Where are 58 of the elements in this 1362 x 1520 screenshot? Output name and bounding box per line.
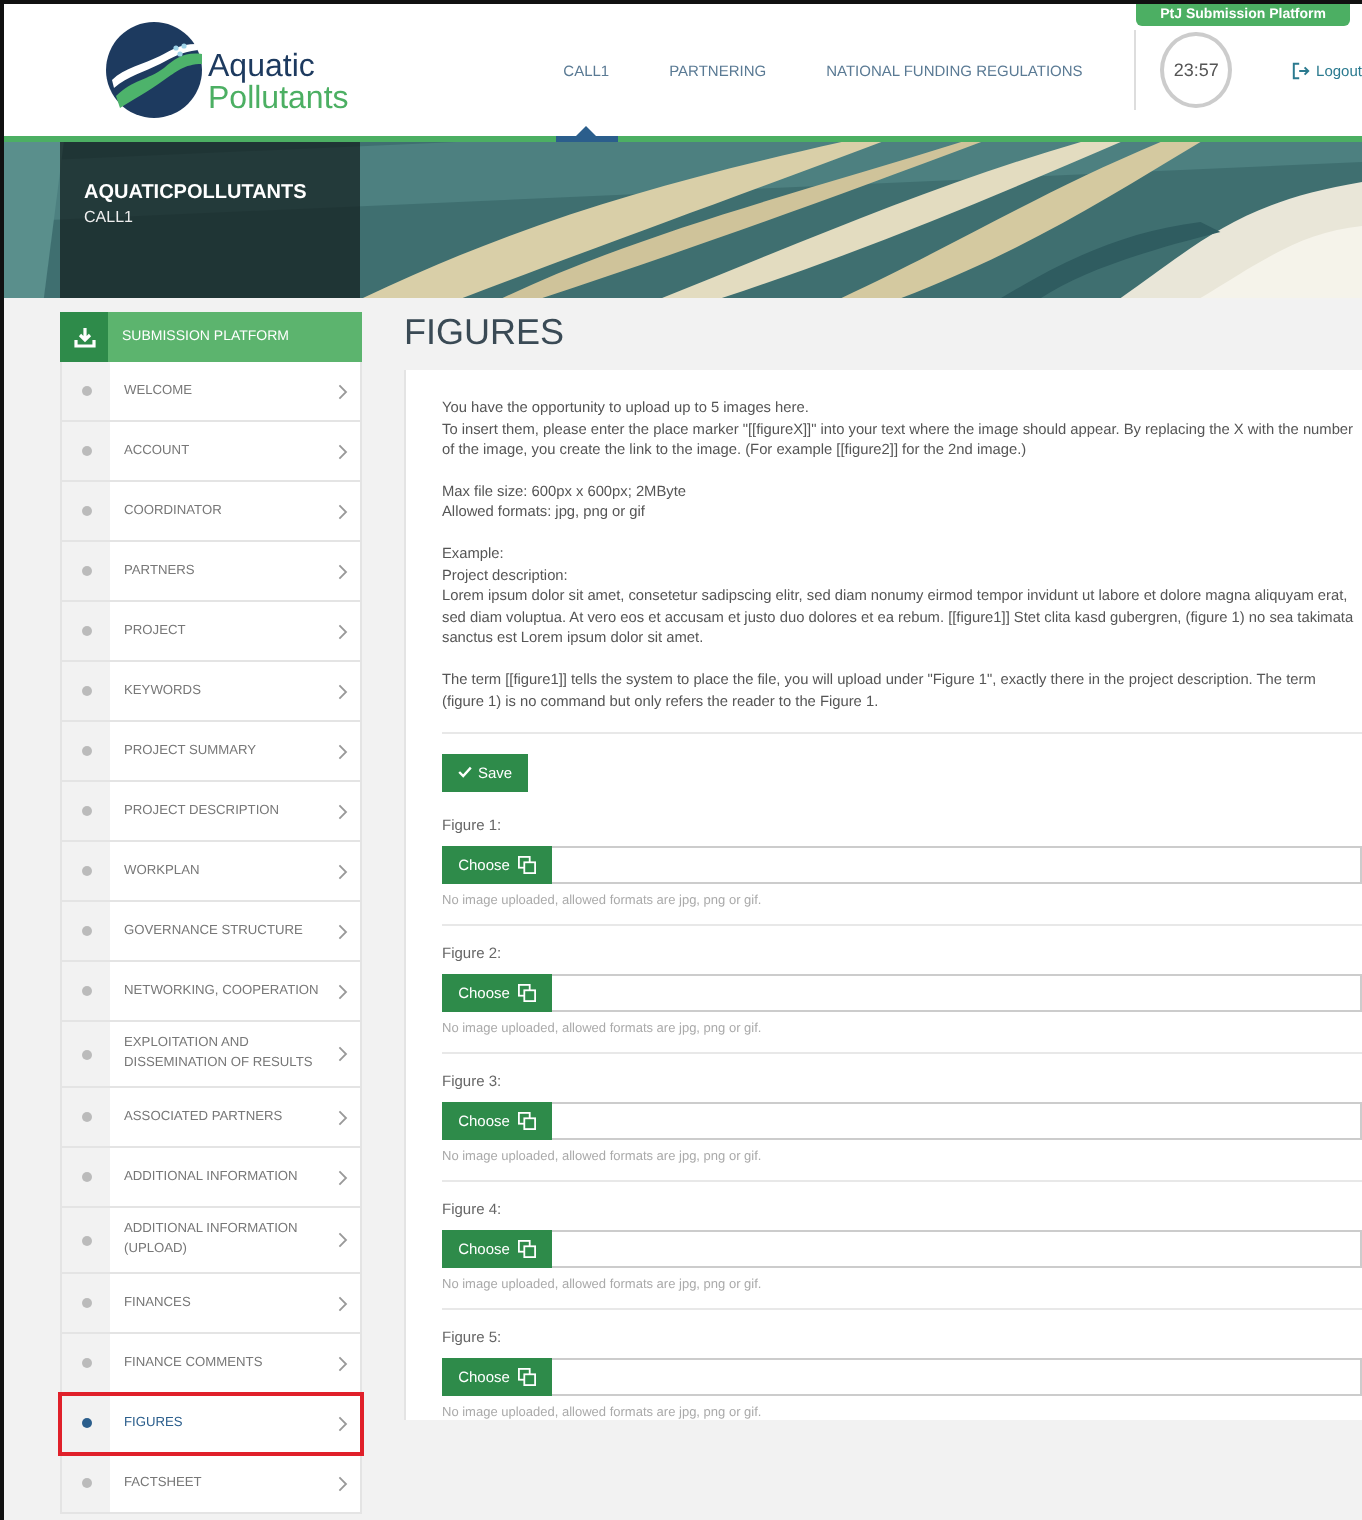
logout-icon [1292, 61, 1311, 79]
file-field[interactable] [552, 973, 1362, 1012]
logo-text: Aquatic [208, 52, 317, 84]
session-timer: 23:57 [1160, 32, 1233, 108]
chevron-icon [338, 1355, 348, 1371]
chevron-icon [338, 503, 348, 519]
status-dot [81, 986, 91, 996]
chevron-icon [338, 1046, 348, 1062]
check-icon [458, 766, 472, 779]
chevron-icon [338, 383, 348, 399]
copy-icon [517, 1367, 536, 1386]
status-dot [81, 1418, 91, 1428]
chevron-icon [338, 923, 348, 939]
status-dot [81, 1298, 91, 1308]
file-field[interactable] [552, 1101, 1362, 1140]
file-field[interactable] [552, 1357, 1362, 1396]
chevron-icon [338, 1415, 348, 1431]
file-field[interactable] [552, 845, 1362, 884]
status-dot [81, 746, 91, 756]
status-dot [81, 386, 91, 396]
chevron-icon [338, 1232, 348, 1248]
status-dot [81, 1172, 91, 1182]
chevron-icon [338, 863, 348, 879]
file-field[interactable] [552, 1229, 1362, 1268]
banner-subtitle: CALL1 [84, 208, 135, 226]
page-title: FIGURES [404, 312, 567, 356]
status-dot [81, 866, 91, 876]
status-dot [81, 1358, 91, 1368]
copy-icon [517, 983, 536, 1002]
status-dot [81, 1049, 91, 1059]
chevron-icon [338, 623, 348, 639]
chevron-icon [338, 743, 348, 759]
chevron-icon [338, 443, 348, 459]
status-dot [81, 806, 91, 816]
status-dot [81, 926, 91, 936]
copy-icon [517, 1111, 536, 1130]
chevron-icon [338, 983, 348, 999]
chevron-icon [338, 1295, 348, 1311]
chevron-icon [338, 803, 348, 819]
chevron-icon [338, 1475, 348, 1491]
download-icon [73, 327, 95, 347]
status-dot [81, 686, 91, 696]
status-dot [81, 446, 91, 456]
copy-icon [517, 1239, 536, 1258]
status-dot [81, 626, 91, 636]
chevron-icon [338, 683, 348, 699]
status-dot [81, 566, 91, 576]
copy-icon [517, 855, 536, 874]
chevron-icon [338, 1109, 348, 1125]
status-dot [81, 1478, 91, 1488]
status-dot [81, 506, 91, 516]
chevron-icon [338, 563, 348, 579]
status-dot [81, 1235, 91, 1245]
banner-title: AQUATICPOLLUTANTS [84, 182, 309, 204]
chevron-icon [338, 1169, 348, 1185]
status-dot [81, 1112, 91, 1122]
logo-text: Pollutants [208, 84, 349, 116]
logo-icon [104, 20, 204, 120]
